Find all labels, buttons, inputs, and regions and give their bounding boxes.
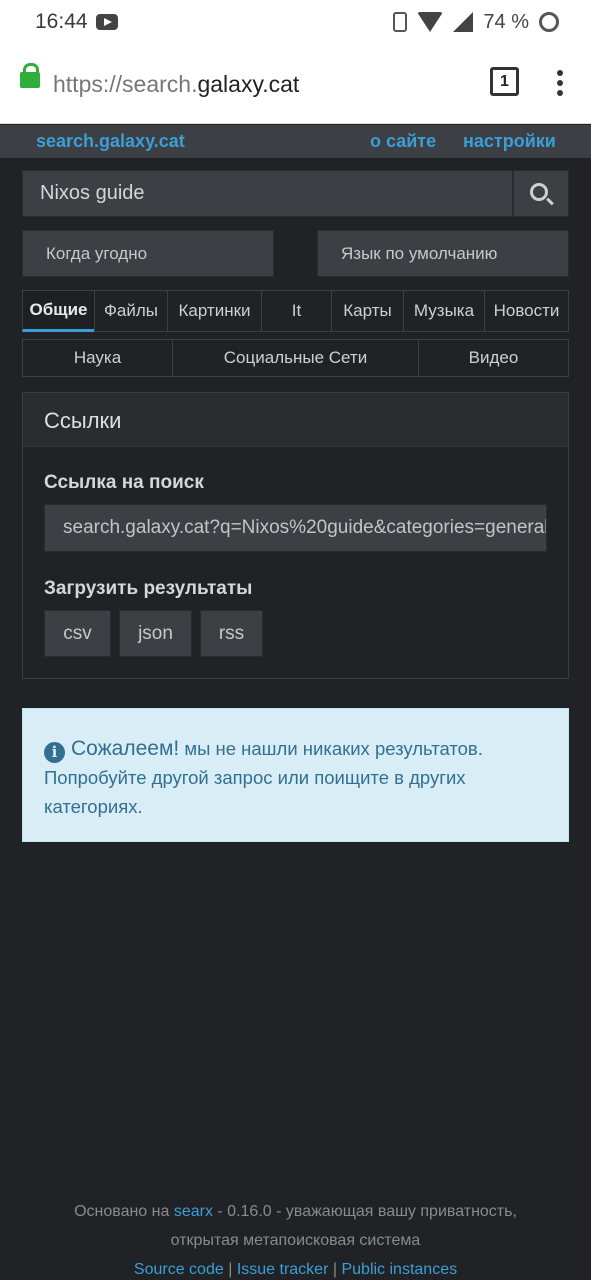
footer-based-on: Основано на [74,1203,170,1220]
issue-tracker-link[interactable]: Issue tracker [237,1261,329,1278]
address-bar[interactable]: https://search.galaxy.cat [53,71,299,98]
search-link-label: Ссылка на поиск [44,472,204,493]
status-bar: 16:44 74 % [0,0,591,44]
tab-news[interactable]: Новости [484,290,569,332]
browser-menu-icon[interactable] [556,70,564,98]
brand-link[interactable]: search.galaxy.cat [36,131,185,152]
info-icon: i [44,742,65,763]
search-icon [530,182,548,201]
signal-icon [453,12,474,32]
links-panel-title: Ссылки [44,408,122,433]
tab-files[interactable]: Файлы [94,290,167,332]
tab-videos[interactable]: Видео [418,339,569,377]
search-input[interactable] [22,170,513,217]
source-code-link[interactable]: Source code [134,1261,224,1278]
public-instances-link[interactable]: Public instances [341,1261,457,1278]
no-results-alert: i Сожалеем! мы не нашли никаких результат… [22,708,569,842]
footer-tagline-2: открытая метапоисковая система [170,1232,421,1249]
download-results-label: Загрузить результаты [44,578,253,599]
tab-science[interactable]: Наука [22,339,172,377]
footer-line-1: Основано на searx - 0.16.0 - уважающая в… [0,1197,591,1226]
language-select[interactable]: Язык по умолчанию [317,230,569,277]
search-button[interactable] [513,170,569,217]
tab-images[interactable]: Картинки [167,290,261,332]
category-tabs-row2: Наука Социальные Сети Видео [22,339,569,377]
lock-icon[interactable] [20,63,40,88]
top-navigation: search.galaxy.cat о сайте настройки [0,125,591,158]
download-csv-button[interactable]: csv [44,610,111,657]
tab-social-media[interactable]: Социальные Сети [172,339,418,377]
settings-link[interactable]: настройки [463,131,556,152]
browser-toolbar: https://search.galaxy.cat 1 [0,44,591,124]
download-rss-button[interactable]: rss [200,610,263,657]
url-domain: galaxy.cat [197,71,300,97]
footer-separator: | [228,1261,233,1278]
footer-links: Source code | Issue tracker | Public ins… [0,1255,591,1280]
links-panel: Ссылки Ссылка на поиск search.galaxy.cat… [22,392,569,679]
searx-link[interactable]: searx [174,1203,213,1220]
status-icons: 74 % [393,8,559,36]
download-json-button[interactable]: json [119,610,192,657]
about-link[interactable]: о сайте [370,131,436,152]
battery-percent: 74 % [483,10,529,33]
search-form [22,170,569,217]
tab-switcher-button[interactable]: 1 [490,67,519,96]
tab-music[interactable]: Музыка [403,290,484,332]
footer: Основано на searx - 0.16.0 - уважающая в… [0,1197,591,1280]
vibrate-icon [393,12,408,32]
category-tabs: Общие Файлы Картинки It Карты Музыка Нов… [22,290,569,332]
time-range-select[interactable]: Когда угодно [22,230,274,277]
alert-headline: Сожалеем! [71,737,180,760]
tab-maps[interactable]: Карты [331,290,403,332]
battery-icon [539,12,559,32]
status-time: 16:44 [35,10,88,33]
tab-it[interactable]: It [261,290,331,332]
tab-general[interactable]: Общие [22,290,94,332]
footer-separator: | [332,1261,338,1278]
search-link-field[interactable]: search.galaxy.cat?q=Nixos%20guide&catego… [44,504,547,552]
url-prefix: https://search. [53,71,198,97]
wifi-icon [417,12,444,32]
youtube-notification-icon [96,14,118,30]
footer-tagline: - 0.16.0 - уважающая вашу приватность, [217,1203,517,1220]
